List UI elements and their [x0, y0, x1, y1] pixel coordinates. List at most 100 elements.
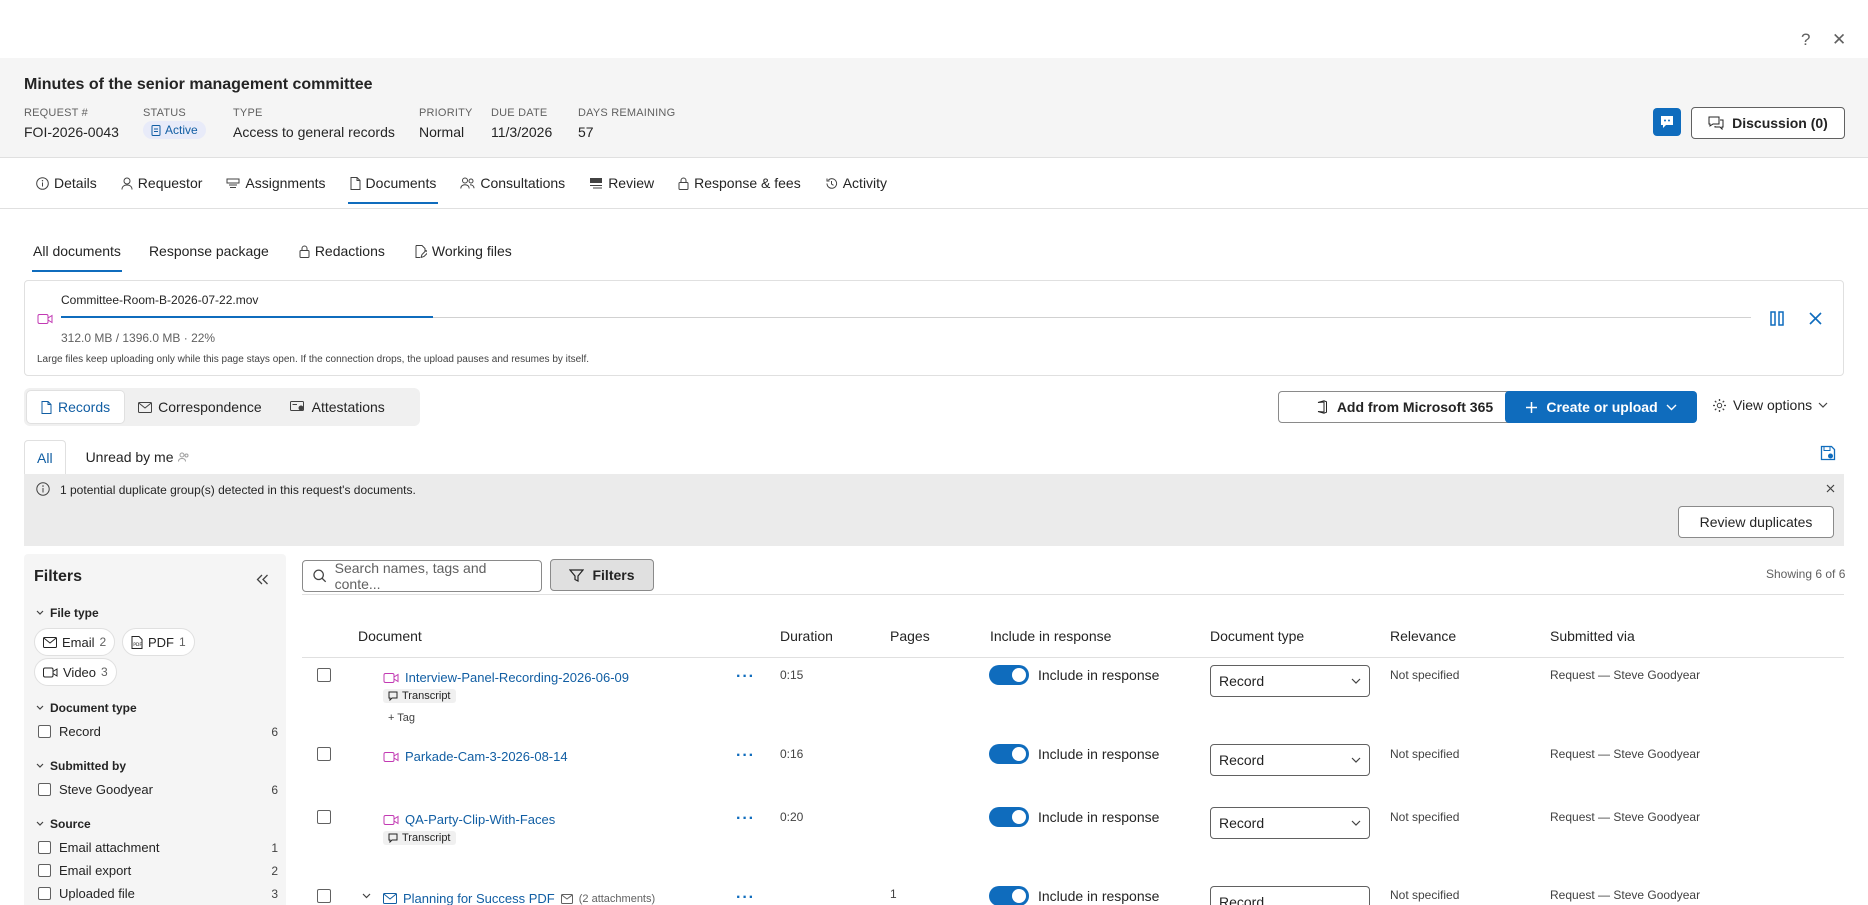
upload-status: 312.0 MB / 1396.0 MB · 22%	[61, 331, 216, 345]
video-icon	[383, 814, 399, 825]
submitted-by-section[interactable]: Submitted by	[36, 759, 126, 773]
chevron-down-icon	[1351, 820, 1361, 826]
column-document[interactable]: Document	[358, 628, 422, 644]
tab-review[interactable]: Review	[577, 158, 666, 208]
upload-note: Large files keep uploading only while th…	[37, 354, 590, 365]
chip-pdf[interactable]: PDF PDF 1	[122, 628, 195, 656]
column-duration[interactable]: Duration	[780, 628, 833, 644]
column-submitted-via[interactable]: Submitted via	[1550, 628, 1635, 644]
toolbar-divider	[302, 594, 1844, 595]
chip-email[interactable]: Email 2	[34, 628, 116, 656]
checkbox[interactable]	[38, 887, 51, 900]
filter-record[interactable]: Record 6	[38, 724, 278, 739]
meta-status: STATUS Active	[143, 107, 206, 139]
document-link[interactable]: Parkade-Cam-3-2026-08-14	[383, 749, 568, 764]
column-include[interactable]: Include in response	[990, 628, 1111, 644]
collapse-icon[interactable]	[256, 574, 269, 585]
document-link[interactable]: Interview-Panel-Recording-2026-06-09	[383, 670, 629, 685]
dismiss-icon[interactable]	[1826, 484, 1835, 493]
filter-steve-goodyear[interactable]: Steve Goodyear 6	[38, 782, 278, 797]
upload-progress-bar	[61, 316, 1751, 318]
transcript-icon	[388, 833, 398, 843]
history-icon	[826, 177, 837, 189]
more-actions-icon[interactable]: ···	[736, 668, 755, 686]
tab-response-package[interactable]: Response package	[140, 230, 278, 272]
tab-all-documents[interactable]: All documents	[24, 230, 130, 272]
document-icon	[41, 400, 52, 414]
row-checkbox[interactable]	[317, 810, 331, 824]
people-icon	[177, 452, 188, 462]
add-from-microsoft-365-button[interactable]: Add from Microsoft 365	[1278, 391, 1530, 423]
expand-chevron-icon[interactable]	[362, 893, 371, 899]
help-icon[interactable]: ?	[1801, 30, 1810, 50]
document-type-select[interactable]: Record	[1210, 665, 1370, 697]
file-type-section[interactable]: File type	[36, 606, 99, 620]
lock-icon	[299, 245, 310, 258]
duration-cell: 0:20	[780, 810, 804, 824]
include-toggle[interactable]	[989, 665, 1029, 685]
document-type-select[interactable]: Record	[1210, 807, 1370, 839]
checkbox[interactable]	[38, 783, 51, 796]
discussion-button[interactable]: Discussion (0)	[1691, 107, 1845, 139]
document-link[interactable]: Planning for Success PDF (2 attachments)	[383, 891, 655, 905]
chip-video[interactable]: Video 3	[34, 658, 117, 686]
plus-icon	[1526, 401, 1538, 413]
cancel-upload-icon[interactable]	[1809, 312, 1822, 325]
source-section[interactable]: Source	[36, 817, 91, 831]
review-duplicates-button[interactable]: Review duplicates	[1678, 506, 1834, 538]
filter-uploaded-file[interactable]: Uploaded file 3	[38, 886, 278, 901]
pause-icon[interactable]	[1769, 311, 1785, 326]
tab-consultations[interactable]: Consultations	[448, 158, 577, 208]
more-actions-icon[interactable]: ···	[736, 889, 755, 905]
close-icon[interactable]: ✕	[1832, 30, 1846, 50]
tab-records[interactable]: Records	[27, 391, 125, 423]
chat-button[interactable]	[1653, 108, 1681, 136]
filter-email-attachment[interactable]: Email attachment 1	[38, 840, 278, 855]
info-icon	[36, 482, 50, 496]
document-type-select[interactable]: Record	[1210, 886, 1370, 905]
more-actions-icon[interactable]: ···	[736, 747, 755, 765]
tab-correspondence[interactable]: Correspondence	[124, 391, 276, 423]
include-toggle[interactable]	[989, 886, 1029, 905]
column-relevance[interactable]: Relevance	[1390, 628, 1456, 644]
checkbox[interactable]	[38, 864, 51, 877]
create-or-upload-button[interactable]: Create or upload	[1505, 391, 1697, 423]
column-pages[interactable]: Pages	[890, 628, 930, 644]
document-link[interactable]: QA-Party-Clip-With-Faces	[383, 812, 555, 827]
duplicate-banner: 1 potential duplicate group(s) detected …	[24, 474, 1844, 546]
filter-email-export[interactable]: Email export 2	[38, 863, 278, 878]
include-toggle[interactable]	[989, 744, 1029, 764]
tabs-divider	[0, 208, 1868, 209]
tab-documents[interactable]: Documents	[338, 158, 449, 208]
search-input[interactable]: Search names, tags and conte...	[302, 560, 542, 592]
tab-assignments[interactable]: Assignments	[214, 158, 337, 208]
tab-details[interactable]: Details	[24, 158, 109, 208]
checkbox[interactable]	[38, 841, 51, 854]
read-filter-tabs: All Unread by me	[24, 440, 201, 474]
certificate-icon	[289, 401, 304, 411]
row-checkbox[interactable]	[317, 747, 331, 761]
checkbox[interactable]	[38, 725, 51, 738]
more-actions-icon[interactable]: ···	[736, 810, 755, 828]
document-type-section[interactable]: Document type	[36, 701, 137, 715]
row-checkbox[interactable]	[317, 889, 331, 903]
filter-all[interactable]: All	[24, 440, 66, 474]
submitted-via-cell: Request — Steve Goodyear	[1550, 668, 1701, 682]
tab-attestations[interactable]: Attestations	[276, 391, 399, 423]
filters-button[interactable]: Filters	[550, 559, 654, 591]
meta-request-number: REQUEST # FOI-2026-0043	[24, 107, 119, 140]
include-toggle[interactable]	[989, 807, 1029, 827]
view-options-button[interactable]: View options	[1712, 397, 1828, 413]
tab-redactions[interactable]: Redactions	[290, 230, 394, 272]
tab-response-fees[interactable]: Response & fees	[666, 158, 813, 208]
add-tag-button[interactable]: + Tag	[383, 711, 420, 725]
row-checkbox[interactable]	[317, 668, 331, 682]
save-view-icon[interactable]	[1820, 445, 1836, 461]
column-document-type[interactable]: Document type	[1210, 628, 1304, 644]
document-type-select[interactable]: Record	[1210, 744, 1370, 776]
tab-working-files[interactable]: Working files	[406, 230, 521, 272]
chevron-down-icon	[1666, 404, 1677, 410]
tab-activity[interactable]: Activity	[813, 158, 899, 208]
filter-unread-by-me[interactable]: Unread by me	[74, 440, 201, 474]
tab-requestor[interactable]: Requestor	[109, 158, 215, 208]
